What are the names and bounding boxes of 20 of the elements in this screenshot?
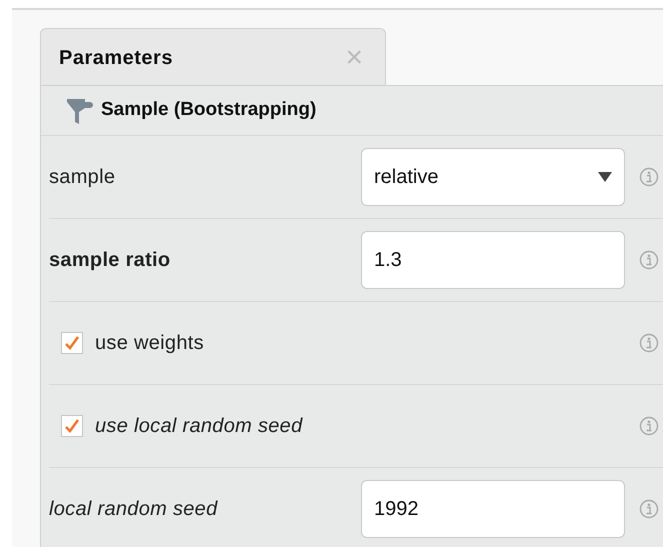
input-field[interactable]: 1.3 xyxy=(361,231,625,289)
info-icon[interactable] xyxy=(639,499,659,519)
parameter-label: sample ratio xyxy=(49,248,172,273)
checkbox[interactable] xyxy=(61,415,83,437)
tab-label: Parameters xyxy=(59,46,173,70)
caret-icon xyxy=(598,172,612,182)
filter-icon xyxy=(67,96,93,124)
checkbox-label: use local random seed xyxy=(95,414,303,439)
checkbox[interactable] xyxy=(61,332,83,354)
info-icon[interactable] xyxy=(639,416,659,436)
parameter-label: sample xyxy=(49,165,116,190)
dropdown[interactable]: relative xyxy=(361,148,625,206)
parameters-tab[interactable]: Parameters × xyxy=(40,28,386,86)
parameter-label: local random seed xyxy=(49,497,219,522)
info-icon[interactable] xyxy=(639,250,659,270)
operator-name: Sample (Bootstrapping) xyxy=(101,98,316,122)
info-icon[interactable] xyxy=(639,167,659,187)
info-icon[interactable] xyxy=(639,333,659,353)
checkbox-label: use weights xyxy=(95,331,204,356)
input-field[interactable]: 1992 xyxy=(361,480,625,538)
